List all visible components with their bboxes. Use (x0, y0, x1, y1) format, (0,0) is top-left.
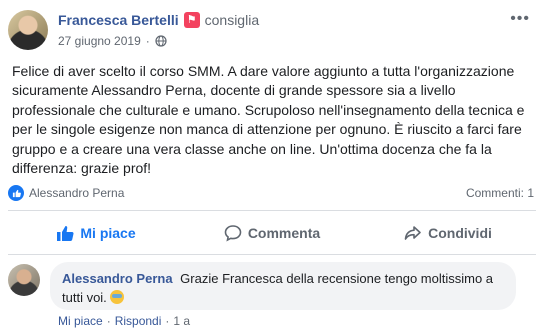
more-options-icon[interactable]: ••• (510, 11, 530, 27)
action-bar: Mi piace Commenta Condividi (8, 216, 536, 250)
divider-top (8, 210, 536, 211)
recommend-verb: consiglia (204, 12, 260, 28)
comment-label: Commenta (247, 225, 321, 241)
divider-bottom (8, 254, 536, 255)
comment-like-button[interactable]: Mi piace (58, 314, 103, 328)
post-header: Francesca Bertelli ⚑ consiglia 27 giugno… (8, 10, 536, 54)
comment-reply-button[interactable]: Rispondi (115, 314, 162, 328)
comment-icon (224, 225, 242, 242)
like-label: Mi piace (80, 225, 136, 241)
nerd-emoji-icon (110, 290, 125, 304)
comment-separator: · (106, 314, 111, 328)
share-button[interactable]: Condividi (360, 216, 536, 250)
post-author-name[interactable]: Francesca Bertelli (58, 12, 179, 28)
meta-separator: · (145, 34, 150, 48)
comment-separator: · (165, 314, 170, 328)
globe-icon[interactable] (155, 35, 167, 47)
comment-bubble: Alessandro Perna Grazie Francesca della … (50, 262, 516, 310)
post-stats: Alessandro Perna Commenti: 1 (8, 184, 534, 202)
post-text: Felice di aver scelto il corso SMM. A da… (12, 63, 525, 177)
comment-actions: Mi piace · Rispondi · 1 a (58, 314, 190, 328)
comment-count[interactable]: Commenti: 1 (466, 186, 534, 200)
share-icon (404, 226, 421, 240)
thumbs-up-icon (57, 226, 74, 241)
recommend-flag-icon: ⚑ (183, 12, 200, 28)
like-button[interactable]: Mi piace (8, 216, 184, 250)
post-date[interactable]: 27 giugno 2019 (58, 34, 141, 48)
comment-item: Alessandro Perna Grazie Francesca della … (8, 262, 536, 312)
author-line: Francesca Bertelli ⚑ consiglia (58, 12, 259, 28)
post-meta: 27 giugno 2019 · (58, 34, 167, 48)
comment-button[interactable]: Commenta (184, 216, 360, 250)
author-avatar[interactable] (8, 10, 48, 50)
like-reaction-icon[interactable] (8, 185, 24, 201)
comment-author[interactable]: Alessandro Perna (62, 271, 173, 286)
share-label: Condividi (428, 225, 492, 241)
reaction-name[interactable]: Alessandro Perna (29, 186, 466, 200)
comment-time[interactable]: 1 a (173, 314, 190, 328)
commenter-avatar[interactable] (8, 264, 40, 296)
